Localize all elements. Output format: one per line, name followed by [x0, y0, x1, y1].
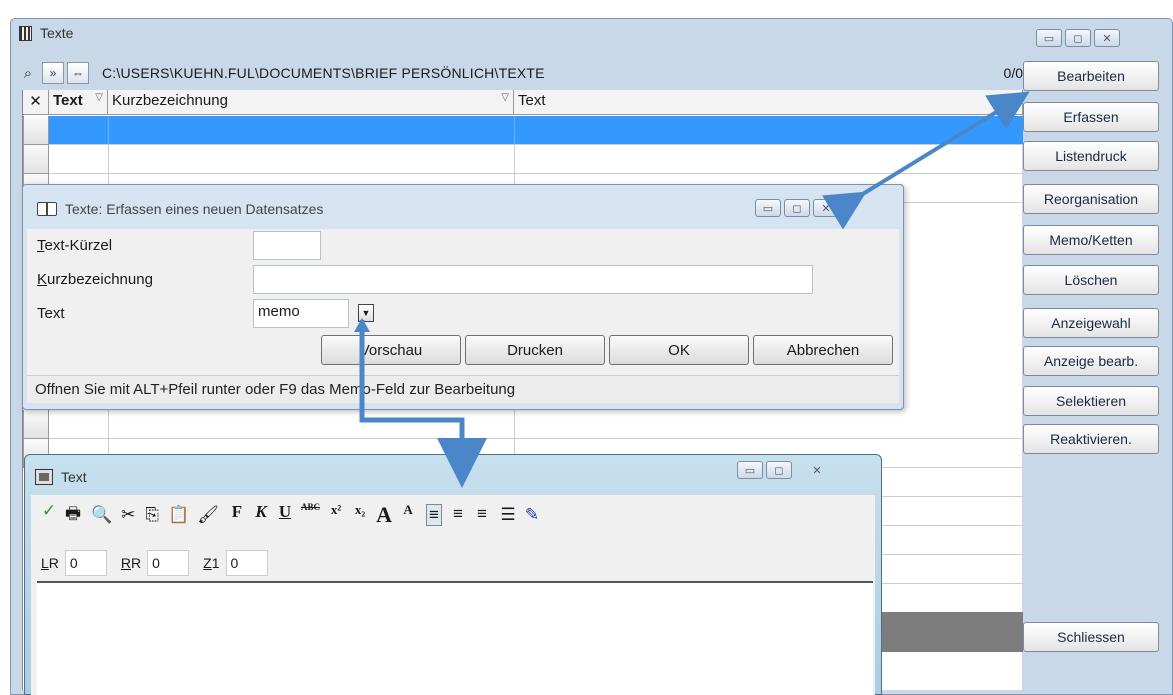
minimize-icon[interactable]: ▭ — [1036, 29, 1062, 47]
minimize-icon[interactable]: ▭ — [755, 199, 781, 217]
lr-label: LR — [41, 555, 59, 571]
column-label: Text — [518, 92, 546, 109]
underline-icon[interactable]: U — [277, 502, 293, 528]
bearbeiten-button[interactable]: Bearbeiten — [1023, 61, 1159, 91]
main-toolbar: ⌕ » ⇔ C:\USERS\KUEHN.FUL\DOCUMENTS\BRIEF… — [17, 59, 1023, 87]
listendruck-button[interactable]: Listendruck — [1023, 141, 1159, 171]
editor-title-bar: Text — [35, 469, 87, 485]
column-header-text[interactable]: Text — [514, 90, 1023, 114]
z1-label: Z1 — [203, 555, 220, 571]
rr-input[interactable]: 0 — [147, 550, 190, 576]
rr-label: RR — [120, 555, 142, 571]
maximize-icon[interactable]: ◻ — [784, 199, 810, 217]
column-label: Kurzbezeichnung — [112, 92, 228, 109]
label-text: Text — [37, 305, 65, 322]
memo-edit-area[interactable] — [37, 581, 873, 695]
nav-next-button[interactable]: » — [42, 62, 64, 84]
sort-icon: ▽ — [501, 92, 509, 103]
check-icon[interactable]: ✓ — [41, 501, 57, 530]
table-row[interactable] — [49, 410, 1023, 439]
lr-input[interactable]: 0 — [64, 550, 107, 576]
link-button[interactable]: ⇔ — [67, 62, 89, 84]
paste-icon[interactable]: 📋 — [168, 505, 189, 525]
margin-fields: LR 0 RR 0 Z1 0 — [41, 550, 268, 576]
sort-icon: ▽ — [95, 92, 103, 103]
row-selector[interactable] — [23, 116, 49, 145]
main-window-controls: ▭ ◻ ✕ — [1036, 29, 1120, 47]
editor-body: ✓ 🖶 🔍 ✂ ⎘ 📋 🖌 F K U ABC x² x₂ A A ≡ ≡ ≡ … — [31, 495, 875, 695]
format-toolbar: ✓ 🖶 🔍 ✂ ⎘ 📋 🖌 F K U ABC x² x₂ A A ≡ ≡ ≡ … — [41, 501, 540, 529]
text-kuerzel-input[interactable] — [253, 231, 321, 260]
maximize-icon[interactable]: ◻ — [1065, 29, 1091, 47]
reorganisation-button[interactable]: Reorganisation — [1023, 184, 1159, 214]
align-center-icon[interactable]: ≡ — [450, 504, 466, 526]
brush-icon[interactable]: 🖌 — [197, 505, 219, 525]
label-kurzbezeichnung: Kurzbezeichnung — [37, 271, 153, 288]
subscript-icon[interactable]: x₂ — [352, 502, 368, 528]
grid-header: ✕ Text ▽ Kurzbezeichnung ▽ Text — [23, 90, 1023, 115]
erfassen-button[interactable]: Erfassen — [1023, 102, 1159, 132]
selektieren-button[interactable]: Selektieren — [1023, 386, 1159, 416]
main-window-title: Texte — [40, 25, 74, 41]
minimize-icon[interactable]: ▭ — [737, 461, 763, 479]
table-row[interactable] — [49, 116, 1023, 145]
main-title-bar: Texte — [19, 25, 73, 41]
editor-title: Text — [61, 469, 87, 485]
binoculars-icon[interactable]: ⌕ — [17, 62, 39, 84]
label-text-kuerzel: Text-Kürzel — [37, 237, 113, 254]
print-icon[interactable]: 🖶 — [65, 501, 81, 530]
row-selector[interactable] — [23, 410, 49, 439]
book-icon — [37, 202, 57, 216]
row-selector[interactable] — [23, 145, 49, 174]
strikethrough-icon[interactable]: ABC — [301, 502, 320, 528]
record-counter: 0/0 — [1003, 65, 1023, 81]
dialog-window-controls: ▭ ◻ ✕ — [755, 199, 839, 217]
ok-button[interactable]: OK — [609, 335, 749, 365]
new-record-dialog: Texte: Erfassen eines neuen Datensatzes … — [22, 184, 904, 410]
text-editor-window: Text ▭ ◻ ✕ ✓ 🖶 🔍 ✂ ⎘ 📋 🖌 F K U ABC x² x₂… — [24, 454, 882, 695]
align-left-icon[interactable]: ≡ — [426, 504, 443, 526]
schliessen-button[interactable]: Schliessen — [1023, 622, 1159, 652]
app-icon — [19, 25, 32, 41]
copy-icon[interactable]: ⎘ — [144, 505, 160, 525]
loeschen-button[interactable]: Löschen — [1023, 265, 1159, 295]
abbrechen-button[interactable]: Abbrechen — [753, 335, 893, 365]
grow-font-icon[interactable]: A — [376, 502, 392, 528]
cut-icon[interactable]: ✂ — [120, 505, 136, 525]
drucken-button[interactable]: Drucken — [465, 335, 605, 365]
memo-ketten-button[interactable]: Memo/Ketten — [1023, 225, 1159, 255]
maximize-icon[interactable]: ◻ — [766, 461, 792, 479]
superscript-icon[interactable]: x² — [328, 502, 344, 528]
memo-dropdown-button[interactable]: ▼ — [358, 304, 374, 322]
pen-icon[interactable]: ✎ — [524, 505, 540, 525]
column-header-kurzbezeichnung[interactable]: Kurzbezeichnung ▽ — [108, 90, 514, 114]
close-icon[interactable]: ✕ — [795, 461, 839, 479]
anzeige-bearb-button[interactable]: Anzeige bearb. — [1023, 346, 1159, 376]
delete-column-header[interactable]: ✕ — [23, 90, 49, 114]
bullet-list-icon[interactable]: ☰ — [500, 505, 516, 525]
align-right-icon[interactable]: ≡ — [474, 504, 490, 526]
dialog-status-bar: Offnen Sie mit ALT+Pfeil runter oder F9 … — [27, 375, 899, 403]
dialog-title: Texte: Erfassen eines neuen Datensatzes — [65, 201, 324, 217]
binoculars-icon[interactable]: 🔍 — [91, 505, 112, 525]
anzeigewahl-button[interactable]: Anzeigewahl — [1023, 308, 1159, 338]
shrink-font-icon[interactable]: A — [400, 502, 416, 528]
kurzbezeichnung-input[interactable] — [253, 265, 813, 294]
reaktivieren-button[interactable]: Reaktivieren. — [1023, 424, 1159, 454]
path-display: C:\USERS\KUEHN.FUL\DOCUMENTS\BRIEF PERSÖ… — [102, 65, 545, 81]
window-icon — [35, 469, 53, 485]
editor-window-controls: ▭ ◻ ✕ — [737, 461, 839, 479]
column-header-text-short[interactable]: Text ▽ — [49, 90, 108, 114]
close-icon[interactable]: ✕ — [1094, 29, 1120, 47]
dialog-body: Text-Kürzel Kurzbezeichnung Text memo ▼ … — [27, 229, 899, 375]
vorschau-button[interactable]: Vorschau — [321, 335, 461, 365]
z1-input[interactable]: 0 — [225, 550, 268, 576]
text-memo-field[interactable]: memo — [253, 299, 349, 328]
dialog-title-bar: Texte: Erfassen eines neuen Datensatzes — [37, 201, 323, 217]
bold-icon[interactable]: F — [229, 502, 245, 528]
table-row[interactable] — [49, 145, 1023, 174]
italic-icon[interactable]: K — [253, 502, 269, 528]
column-label: Text — [53, 92, 83, 109]
close-icon[interactable]: ✕ — [813, 199, 839, 217]
